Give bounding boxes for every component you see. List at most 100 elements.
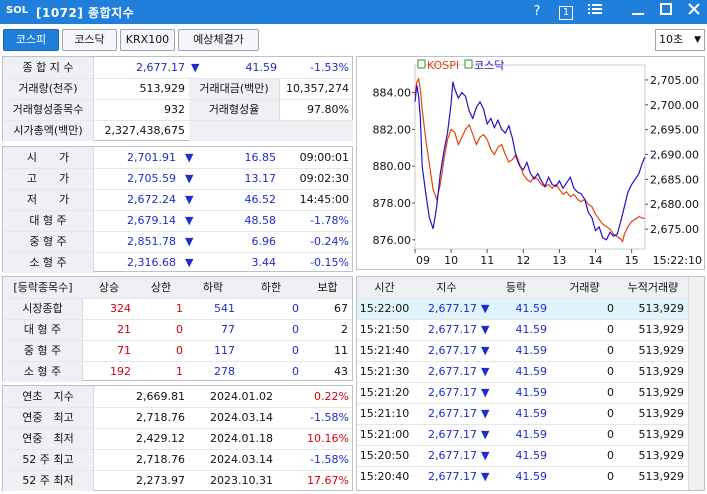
breadth-header: 보합	[303, 277, 352, 298]
tick-change: 41.59	[515, 386, 548, 399]
price-row-label: 저 가	[3, 189, 94, 210]
traded-count-label: 거래형성종목수	[3, 99, 94, 120]
tick-volume: 0	[607, 344, 614, 357]
divider	[3, 210, 352, 211]
down-arrow-icon: ▼	[481, 470, 490, 483]
price-row-info: 09:02:30	[299, 172, 349, 185]
x-tick-label: 11	[480, 254, 494, 267]
market-cap-label: 시가총액(백만)	[3, 120, 94, 141]
breadth-cell-up: 21	[117, 323, 131, 336]
divider	[3, 120, 352, 121]
tick-time: 15:21:50	[359, 323, 410, 336]
price-row-change: 46.52	[244, 193, 277, 206]
traded-count-value: 932	[164, 103, 185, 116]
legend-marker	[417, 59, 426, 69]
price-row-change: 13.17	[244, 172, 277, 185]
interval-select[interactable]: 10초 ▼	[655, 29, 705, 51]
plot-area	[414, 64, 646, 250]
tick-time: 15:21:10	[359, 407, 410, 420]
title-bar: SOL [1072] 종합지수 ? 1	[0, 0, 707, 24]
down-arrow-icon: ▼	[185, 151, 194, 164]
price-row-label: 고 가	[3, 168, 94, 189]
tick-change: 41.59	[515, 470, 548, 483]
record-label: 52 주 최고	[3, 449, 94, 470]
record-date: 2024.01.18	[210, 432, 273, 445]
tick-header: 등락	[481, 277, 551, 298]
breadth-header: 상한	[135, 277, 187, 298]
breadth-cell-flat: 2	[341, 323, 348, 336]
legend-label: 코스닥	[474, 59, 504, 72]
index-label: 종 합 지 수	[3, 57, 94, 78]
y-right-tick-label: 2,690.00	[650, 149, 699, 162]
minimize-button[interactable]	[628, 3, 648, 21]
price-row-info: 09:00:01	[299, 151, 349, 164]
toolbar: 코스피 코스닥 KRX100 예상체결가 10초 ▼	[0, 24, 707, 54]
down-arrow-icon: ▼	[481, 323, 490, 336]
tick-volume: 0	[607, 386, 614, 399]
tab-expected-price[interactable]: 예상체결가	[178, 29, 259, 51]
down-arrow-icon: ▼	[481, 365, 490, 378]
maximize-button[interactable]	[656, 3, 676, 21]
down-arrow-icon: ▼	[185, 214, 194, 227]
record-value: 2,429.12	[136, 432, 185, 445]
window-title: [1072] 종합지수	[36, 6, 135, 20]
tick-change: 41.59	[515, 344, 548, 357]
price-row-change: 3.44	[251, 256, 277, 269]
breadth-cell-upper: 1	[176, 365, 183, 378]
record-date: 2024.03.14	[210, 411, 273, 424]
x-tick-label: 12	[516, 254, 530, 267]
tick-table: 시간 지수 등락 거래량 누적거래량 15:22:00 2,677.17 ▼ 41.59 0 513…	[356, 276, 705, 491]
tab-kospi[interactable]: 코스피	[3, 29, 59, 51]
index-value: 2,677.17	[136, 61, 185, 74]
price-row-change: 16.85	[244, 151, 277, 164]
tick-index: 2,677.17	[428, 386, 477, 399]
down-arrow-icon: ▼	[481, 428, 490, 441]
breadth-header: [등락종목수]	[3, 277, 83, 298]
tick-time: 15:22:00	[357, 298, 412, 319]
record-pct: -1.58%	[310, 453, 349, 466]
divider	[3, 319, 352, 320]
tick-change: 41.59	[495, 298, 551, 319]
divider	[357, 298, 688, 299]
tick-cumulative: 513,929	[638, 428, 685, 441]
breadth-cell-lower: 0	[292, 365, 299, 378]
tick-volume: 0	[607, 407, 614, 420]
tab-krx100[interactable]: KRX100	[120, 29, 175, 51]
tick-header: 지수	[412, 277, 481, 298]
breadth-cell-flat: 67	[334, 302, 348, 315]
tick-time: 15:20:40	[359, 470, 410, 483]
help-button[interactable]: ?	[527, 3, 547, 21]
breadth-header: 상승	[83, 277, 135, 298]
tick-index: 2,677.17	[428, 428, 477, 441]
price-row-label: 시 가	[3, 147, 94, 168]
menu-icon[interactable]	[585, 3, 605, 21]
tick-change: 41.59	[515, 365, 548, 378]
link-group-button[interactable]: 1	[556, 3, 576, 21]
summary-panel: 종 합 지 수 2,677.17 ▼ 41.59 -1.53% 거래량(천주) …	[2, 56, 353, 141]
y-left-tick-label: 876.00	[373, 234, 412, 247]
down-arrow-icon: ▼	[481, 298, 495, 319]
divider	[3, 449, 352, 450]
divider	[3, 407, 352, 408]
record-label: 연중 최고	[3, 407, 94, 428]
record-date: 2023.10.31	[210, 474, 273, 487]
down-arrow-icon: ▼	[185, 172, 194, 185]
record-value: 2,669.81	[136, 390, 185, 403]
chevron-down-icon: ▼	[694, 35, 701, 45]
down-arrow-icon: ▼	[185, 235, 194, 248]
y-right-tick-label: 2,675.00	[650, 223, 699, 236]
price-row-label: 대 형 주	[3, 210, 94, 231]
tick-cumulative: 513,929	[638, 365, 685, 378]
tab-kosdaq[interactable]: 코스닥	[62, 29, 117, 51]
y-left-tick-label: 884.00	[373, 87, 412, 100]
price-row-change: 48.58	[244, 214, 277, 227]
record-label: 52 주 최저	[3, 470, 94, 491]
x-tick-label: 13	[552, 254, 566, 267]
tick-volume: 0	[607, 428, 614, 441]
down-arrow-icon: ▼	[481, 386, 490, 399]
close-button[interactable]	[684, 3, 704, 21]
divider	[3, 189, 352, 190]
scrollbar[interactable]	[688, 277, 704, 490]
divider	[357, 403, 688, 404]
app-logo: SOL	[6, 5, 29, 16]
